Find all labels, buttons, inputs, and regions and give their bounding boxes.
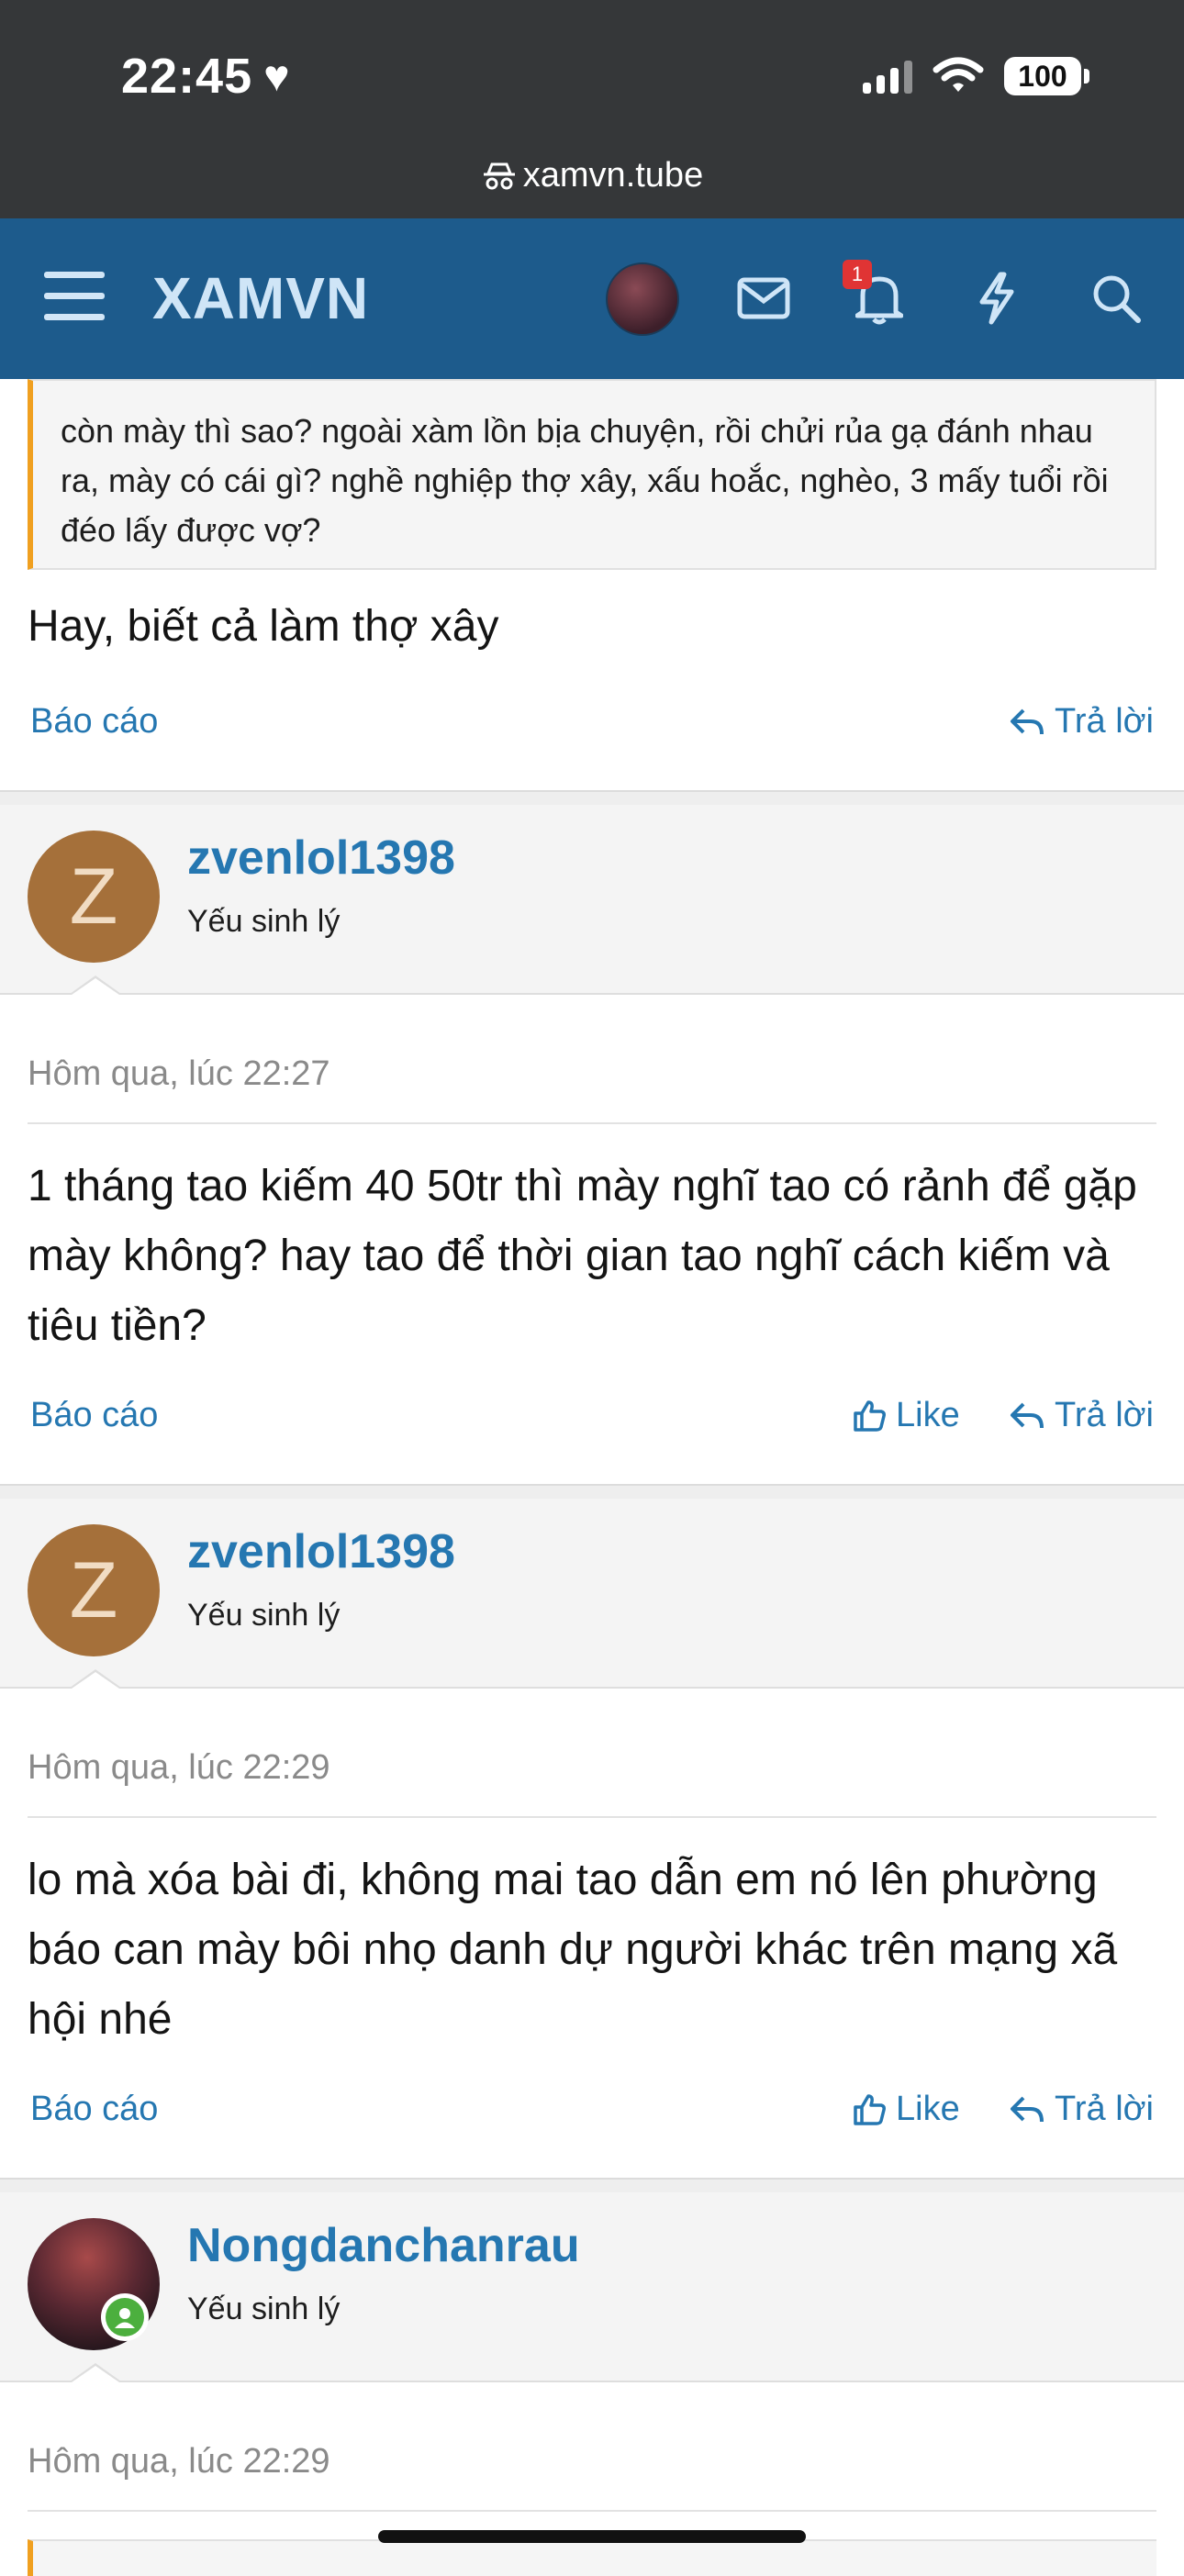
report-link[interactable]: Báo cáo — [30, 2090, 158, 2129]
like-label: Like — [896, 2090, 960, 2128]
post-user-bar: Z zvenlol1398 Yếu sinh lý — [0, 1499, 1184, 1689]
user-title: Yếu sinh lý — [187, 2292, 341, 2326]
quote-block: còn mày thì sao? ngoài xàm lồn bịa chuyệ… — [28, 379, 1156, 570]
divider — [28, 1816, 1156, 1818]
post-actions: Báo cáo Trả lời — [0, 702, 1184, 757]
search-icon — [1093, 275, 1141, 323]
envelope-icon — [737, 277, 790, 319]
reply-label: Trả lời — [1055, 1396, 1154, 1434]
post-user-bar: Z zvenlol1398 Yếu sinh lý — [0, 805, 1184, 995]
quote-text: còn mày thì sao? ngoài xàm lồn bịa chuyệ… — [61, 412, 1109, 549]
post-message: lo mà xóa bài đi, không mai tao dẫn em n… — [28, 1856, 1118, 2044]
report-link[interactable]: Báo cáo — [30, 1396, 158, 1435]
site-logo[interactable]: XAMVN — [152, 264, 369, 332]
inbox-button[interactable] — [734, 269, 793, 328]
username-link[interactable]: Nongdanchanrau — [187, 2218, 580, 2273]
user-title: Yếu sinh lý — [187, 1598, 341, 1633]
post-message: Hay, biết cả làm thợ xây — [28, 602, 499, 651]
post-actions: Báo cáo Like Trả lời — [0, 2090, 1184, 2145]
reply-link[interactable]: Trả lời — [1009, 1396, 1154, 1435]
wifi-icon — [933, 57, 984, 92]
alerts-button[interactable]: 1 — [843, 260, 909, 328]
message-arrow — [72, 1672, 119, 1689]
status-bar: 22:45 ♥ 100 xamvn.tube — [0, 0, 1184, 218]
post-date[interactable]: Hôm qua, lúc 22:29 — [28, 1748, 330, 1788]
user-avatar[interactable]: Z — [28, 1524, 160, 1656]
report-link[interactable]: Báo cáo — [30, 702, 158, 742]
reply-icon — [1011, 2096, 1044, 2122]
username-link[interactable]: zvenlol1398 — [187, 1524, 455, 1579]
privacy-icon — [483, 162, 515, 189]
online-status-icon — [101, 2293, 149, 2341]
divider — [28, 2510, 1156, 2512]
url-bar[interactable]: xamvn.tube — [0, 156, 1184, 195]
notification-badge: 1 — [843, 260, 872, 289]
like-link[interactable]: Like — [852, 1396, 960, 1435]
battery-level: 100 — [1018, 59, 1067, 93]
battery-icon: 100 — [1004, 57, 1089, 95]
reply-icon — [1011, 708, 1044, 734]
post-user-bar: Nongdanchanrau Yếu sinh lý — [0, 2192, 1184, 2382]
whats-new-button[interactable] — [967, 269, 1026, 328]
site-header: XAMVN 1 — [0, 218, 1184, 379]
clock-time: 22:45 — [121, 49, 253, 104]
account-avatar[interactable] — [606, 262, 679, 336]
message-arrow — [72, 978, 119, 995]
reply-label: Trả lời — [1055, 2090, 1154, 2128]
thumbs-up-icon — [854, 1400, 886, 1432]
signal-icon — [863, 59, 912, 94]
like-link[interactable]: Like — [852, 2090, 960, 2129]
message-arrow — [72, 2366, 119, 2382]
bolt-icon — [979, 272, 1014, 325]
reply-link[interactable]: Trả lời — [1009, 702, 1154, 742]
post-date[interactable]: Hôm qua, lúc 22:27 — [28, 1054, 330, 1094]
like-label: Like — [896, 1396, 960, 1434]
reply-label: Trả lời — [1055, 702, 1154, 741]
post-message: 1 tháng tao kiếm 40 50tr thì mày nghĩ ta… — [28, 1162, 1137, 1350]
username-link[interactable]: zvenlol1398 — [187, 831, 455, 886]
reply-link[interactable]: Trả lời — [1009, 2090, 1154, 2129]
divider — [28, 1122, 1156, 1124]
search-button[interactable] — [1087, 269, 1145, 328]
menu-icon[interactable] — [44, 272, 105, 325]
quote-block — [28, 2539, 1156, 2576]
thumbs-up-icon — [854, 2093, 886, 2125]
home-indicator[interactable] — [378, 2530, 806, 2543]
post-date[interactable]: Hôm qua, lúc 22:29 — [28, 2442, 330, 2481]
system-icons: 100 — [863, 57, 1089, 95]
heart-icon: ♥ — [263, 51, 291, 101]
reply-icon — [1011, 1402, 1044, 1428]
post-actions: Báo cáo Like Trả lời — [0, 1396, 1184, 1451]
user-title: Yếu sinh lý — [187, 904, 341, 939]
url-domain: xamvn.tube — [522, 156, 704, 195]
user-avatar[interactable]: Z — [28, 831, 160, 963]
clock: 22:45 ♥ — [121, 48, 291, 105]
